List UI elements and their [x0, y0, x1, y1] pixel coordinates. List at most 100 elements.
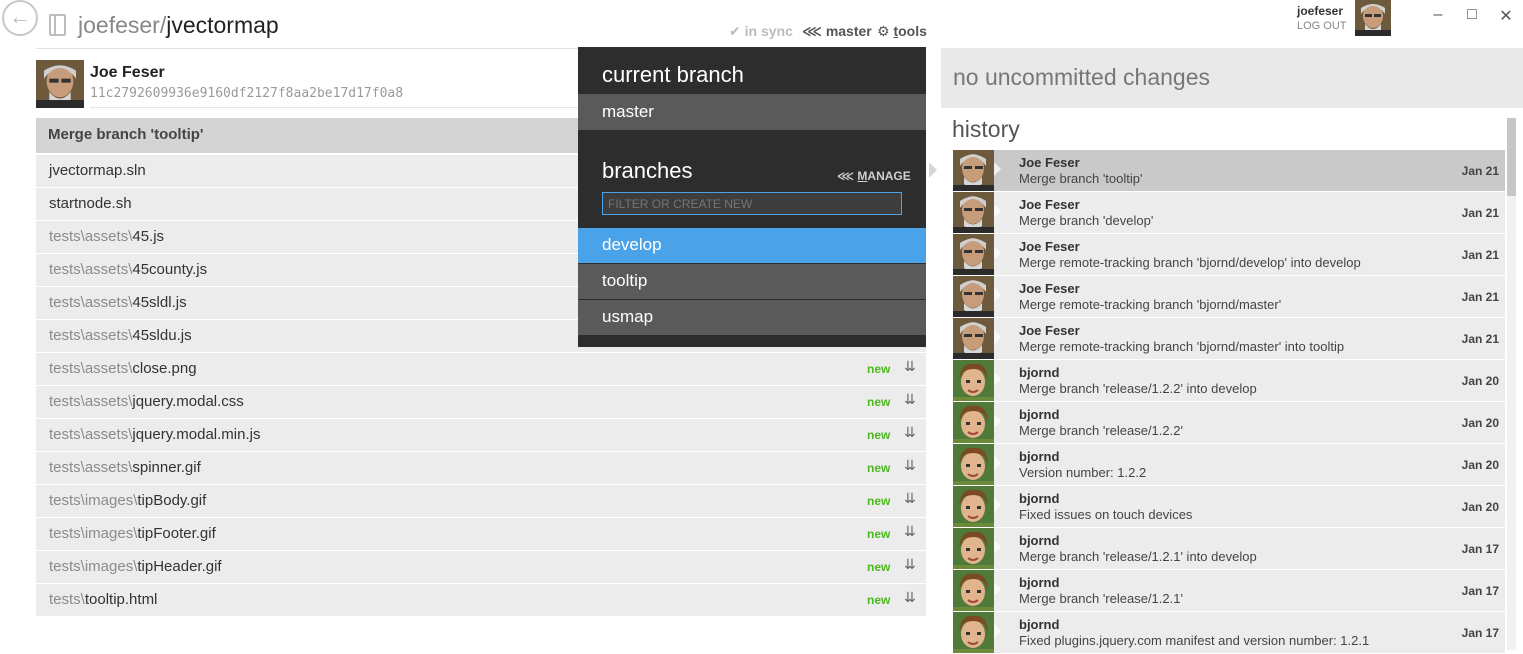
arrow-left-icon: ← [9, 4, 31, 29]
file-directory: tests\assets\ [49, 360, 133, 377]
commit-header-divider [90, 107, 590, 108]
row-notch [994, 288, 1001, 302]
history-row[interactable]: Joe Feser Merge branch 'develop' Jan 21 [953, 192, 1505, 233]
history-scrollbar[interactable] [1507, 118, 1516, 650]
history-row[interactable]: bjornd Merge branch 'release/1.2.2' Jan 20 [953, 402, 1505, 443]
author-avatar [953, 234, 994, 275]
tools-button[interactable]: ⚙ tools [877, 23, 927, 40]
file-name: jquery.modal.min.js [132, 426, 261, 443]
chevron-double-down-icon[interactable]: ⇊ [904, 589, 916, 606]
chevron-double-down-icon[interactable]: ⇊ [904, 358, 916, 375]
file-name: jvectormap.sln [49, 162, 146, 179]
history-row[interactable]: bjornd Fixed plugins.jquery.com manifest … [953, 612, 1505, 653]
repo-name: jvectormap [166, 12, 279, 38]
row-notch [994, 204, 1001, 218]
file-status-badge: new [867, 362, 891, 376]
history-row[interactable]: Joe Feser Merge remote-tracking branch 'b… [953, 276, 1505, 317]
file-directory: tests\assets\ [49, 426, 133, 443]
history-message: Version number: 1.2.2 [1019, 465, 1147, 480]
commit-author: Joe Feser [90, 64, 165, 81]
history-author: bjornd [1019, 575, 1060, 590]
repo-title: joefeser/jvectormap [78, 12, 279, 39]
chevron-double-down-icon[interactable]: ⇊ [904, 457, 916, 474]
history-date: Jan 20 [1461, 374, 1499, 388]
history-list: Joe Feser Merge branch 'tooltip' Jan 21 Joe… [953, 150, 1505, 654]
file-status-badge: new [867, 395, 891, 409]
history-message: Fixed issues on touch devices [1019, 507, 1193, 522]
back-button[interactable]: ← [2, 0, 38, 36]
author-avatar [953, 486, 994, 527]
history-author: bjornd [1019, 407, 1060, 422]
author-avatar [953, 402, 994, 443]
uncommitted-changes-panel[interactable]: no uncommitted changes [941, 48, 1523, 108]
history-row[interactable]: Joe Feser Merge remote-tracking branch 'b… [953, 318, 1505, 359]
row-notch [994, 456, 1001, 470]
history-row[interactable]: bjornd Fixed issues on touch devices Jan 2… [953, 486, 1505, 527]
chevron-double-down-icon[interactable]: ⇊ [904, 523, 916, 540]
history-author: Joe Feser [1019, 281, 1080, 296]
history-date: Jan 20 [1461, 416, 1499, 430]
manage-branches-button[interactable]: ⋘ MANAGE [837, 169, 911, 183]
close-button[interactable]: ✕ [1496, 6, 1516, 26]
file-row[interactable]: tests\assets\close.png new ⇊ [36, 353, 926, 385]
file-row[interactable]: tests\assets\jquery.modal.css new ⇊ [36, 386, 926, 418]
file-row[interactable]: tests\images\tipFooter.gif new ⇊ [36, 518, 926, 550]
file-directory: tests\assets\ [49, 459, 133, 476]
chevron-double-down-icon[interactable]: ⇊ [904, 424, 916, 441]
history-author: Joe Feser [1019, 239, 1080, 254]
minimize-button[interactable]: – [1428, 6, 1448, 24]
uncommitted-changes-label: no uncommitted changes [953, 64, 1210, 90]
row-notch [994, 162, 1001, 176]
history-date: Jan 17 [1461, 542, 1499, 556]
history-row[interactable]: bjornd Merge branch 'release/1.2.2' into … [953, 360, 1505, 401]
history-date: Jan 21 [1461, 248, 1499, 262]
file-directory: tests\images\ [49, 525, 138, 542]
chevron-double-down-icon[interactable]: ⇊ [904, 391, 916, 408]
branch-item-tooltip[interactable]: tooltip [578, 264, 926, 299]
file-status-badge: new [867, 461, 891, 475]
repo-owner[interactable]: joefeser/ [78, 12, 166, 38]
commit-sha[interactable]: 11c2792609936e9160df2127f8aa2be17d17f0a8 [90, 86, 403, 101]
history-message: Merge branch 'release/1.2.2' into develo… [1019, 381, 1257, 396]
repository-icon [49, 14, 66, 36]
branch-item-usmap[interactable]: usmap [578, 300, 926, 335]
current-branch-heading: current branch [602, 62, 744, 87]
current-branch-item[interactable]: master [578, 94, 926, 130]
history-scroll-thumb[interactable] [1507, 118, 1516, 196]
history-author: Joe Feser [1019, 323, 1080, 338]
history-row[interactable]: Joe Feser Merge branch 'tooltip' Jan 21 [953, 150, 1505, 191]
history-row[interactable]: Joe Feser Merge remote-tracking branch 'b… [953, 234, 1505, 275]
history-message: Merge branch 'tooltip' [1019, 171, 1143, 186]
file-row[interactable]: tests\assets\jquery.modal.min.js new ⇊ [36, 419, 926, 451]
history-row[interactable]: bjornd Version number: 1.2.2 Jan 20 [953, 444, 1505, 485]
user-avatar[interactable] [1355, 0, 1391, 36]
file-directory: tests\assets\ [49, 228, 133, 245]
history-row[interactable]: bjornd Merge branch 'release/1.2.1' into … [953, 528, 1505, 569]
file-row[interactable]: tests\images\tipHeader.gif new ⇊ [36, 551, 926, 583]
maximize-button[interactable]: □ [1462, 6, 1482, 24]
file-status-badge: new [867, 593, 891, 607]
file-path: tests\assets\45county.js [49, 261, 207, 278]
row-notch [994, 624, 1001, 638]
file-directory: tests\images\ [49, 492, 138, 509]
history-row[interactable]: bjornd Merge branch 'release/1.2.1' Jan 17 [953, 570, 1505, 611]
chevron-double-down-icon[interactable]: ⇊ [904, 490, 916, 507]
author-avatar [953, 192, 994, 233]
file-row[interactable]: tests\assets\spinner.gif new ⇊ [36, 452, 926, 484]
file-row[interactable]: tests\images\tipBody.gif new ⇊ [36, 485, 926, 517]
file-path: tests\tooltip.html [49, 591, 157, 608]
branch-filter-input[interactable] [602, 192, 902, 215]
file-row[interactable]: tests\tooltip.html new ⇊ [36, 584, 926, 616]
logout-link[interactable]: LOG OUT [1297, 20, 1347, 32]
branch-button[interactable]: ⋘ master [802, 23, 872, 40]
file-path: jvectormap.sln [49, 162, 146, 179]
gear-icon: ⚙ [877, 23, 890, 39]
author-avatar [953, 318, 994, 359]
branch-item-develop[interactable]: develop [578, 228, 926, 263]
row-notch [994, 582, 1001, 596]
file-name: tipFooter.gif [137, 525, 216, 542]
row-notch [994, 330, 1001, 344]
chevron-double-down-icon[interactable]: ⇊ [904, 556, 916, 573]
sync-status[interactable]: ✔ in sync [729, 23, 793, 40]
row-notch [994, 540, 1001, 554]
